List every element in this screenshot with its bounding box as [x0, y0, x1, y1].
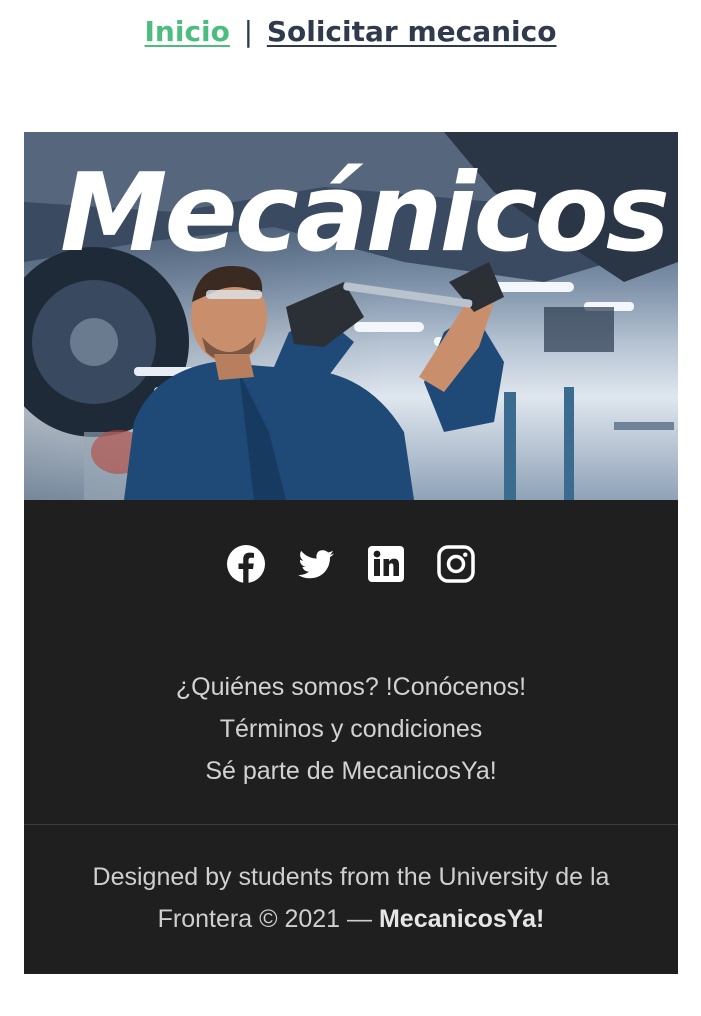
credits-line-1: Designed by students from the University…: [92, 863, 610, 891]
credits-line-2: Frontera © 2021 — MecanicosYa!: [24, 898, 678, 940]
nav-link-inicio[interactable]: Inicio: [145, 15, 230, 48]
credits-text: Frontera © 2021 —: [157, 905, 373, 933]
link-se-parte[interactable]: Sé parte de MecanicosYa!: [24, 750, 678, 792]
link-quienes-somos[interactable]: ¿Quiénes somos? !Conócenos!: [24, 666, 678, 708]
linkedin-icon[interactable]: [366, 544, 406, 584]
hero-banner: Mecánicos: [24, 132, 678, 500]
footer-credits: Designed by students from the University…: [24, 856, 678, 940]
twitter-icon[interactable]: [296, 544, 336, 584]
link-terminos-condiciones[interactable]: Términos y condiciones: [24, 708, 678, 750]
footer-links: ¿Quiénes somos? !Conócenos! Términos y c…: [24, 666, 678, 792]
hero-title: Mecánicos: [60, 151, 670, 276]
nav-separator: |: [243, 15, 254, 48]
top-navigation: Inicio | Solicitar mecanico: [0, 10, 701, 54]
facebook-icon[interactable]: [226, 544, 266, 584]
footer-divider: [24, 824, 678, 825]
nav-link-solicitar-mecanico[interactable]: Solicitar mecanico: [267, 15, 557, 48]
footer: ¿Quiénes somos? !Conócenos! Términos y c…: [24, 500, 678, 974]
instagram-icon[interactable]: [436, 544, 476, 584]
brand-name: MecanicosYa!: [378, 905, 545, 933]
social-links: [24, 544, 678, 584]
